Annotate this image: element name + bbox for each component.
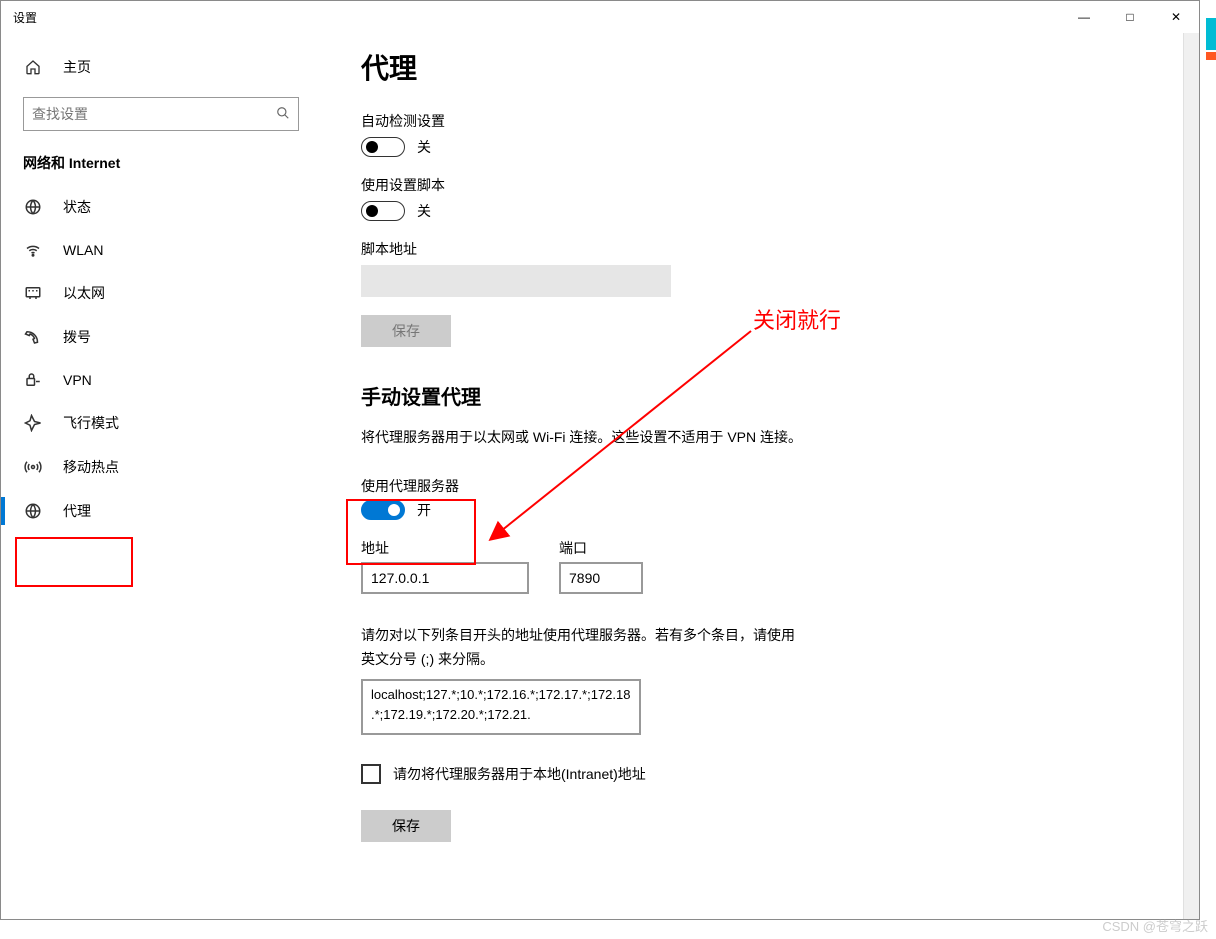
watermark: CSDN @苍穹之跃 bbox=[1102, 916, 1208, 935]
status-icon bbox=[23, 198, 43, 216]
sidebar-item-dialup[interactable]: 拨号 bbox=[1, 315, 321, 359]
save-button-2[interactable]: 保存 bbox=[361, 810, 451, 842]
sidebar-item-label: 移动热点 bbox=[63, 457, 119, 477]
sidebar-item-label: 拨号 bbox=[63, 327, 91, 347]
sidebar-item-proxy[interactable]: 代理 bbox=[1, 489, 321, 533]
use-proxy-state: 开 bbox=[417, 500, 431, 520]
sidebar-home[interactable]: 主页 bbox=[1, 51, 321, 83]
content-area: 代理 自动检测设置 关 使用设置脚本 关 脚本地址 保存 手动设置代理 将代理服… bbox=[321, 33, 1199, 919]
page-title: 代理 bbox=[361, 47, 1159, 87]
save-button-1: 保存 bbox=[361, 315, 451, 347]
scrollbar[interactable] bbox=[1183, 33, 1199, 919]
wifi-icon bbox=[23, 241, 43, 259]
use-proxy-label: 使用代理服务器 bbox=[361, 476, 1159, 496]
local-bypass-label: 请勿将代理服务器用于本地(Intranet)地址 bbox=[393, 764, 646, 784]
hotspot-icon bbox=[23, 458, 43, 476]
sidebar-item-hotspot[interactable]: 移动热点 bbox=[1, 445, 321, 489]
auto-detect-label: 自动检测设置 bbox=[361, 111, 1159, 131]
airplane-icon bbox=[23, 414, 43, 432]
manual-section-header: 手动设置代理 bbox=[361, 381, 1159, 410]
proxy-icon bbox=[23, 502, 43, 520]
ethernet-icon bbox=[23, 284, 43, 302]
sidebar-item-label: 状态 bbox=[63, 197, 91, 217]
address-label: 地址 bbox=[361, 538, 529, 558]
auto-detect-toggle[interactable] bbox=[361, 137, 405, 157]
exclusion-input[interactable] bbox=[361, 679, 641, 735]
use-script-state: 关 bbox=[417, 201, 431, 221]
minimize-button[interactable]: — bbox=[1061, 1, 1107, 33]
sidebar-item-label: VPN bbox=[63, 372, 92, 388]
use-script-label: 使用设置脚本 bbox=[361, 175, 1159, 195]
exclusion-description: 请勿对以下列条目开头的地址使用代理服务器。若有多个条目，请使用英文分号 (;) … bbox=[361, 624, 801, 672]
sidebar-section-header: 网络和 Internet bbox=[1, 153, 321, 185]
vpn-icon bbox=[23, 371, 43, 389]
sidebar-item-airplane[interactable]: 飞行模式 bbox=[1, 401, 321, 445]
auto-detect-state: 关 bbox=[417, 137, 431, 157]
local-bypass-checkbox[interactable] bbox=[361, 764, 381, 784]
maximize-button[interactable]: □ bbox=[1107, 1, 1153, 33]
close-button[interactable]: ✕ bbox=[1153, 1, 1199, 33]
sidebar-item-wlan[interactable]: WLAN bbox=[1, 229, 321, 271]
background-sliver bbox=[1202, 0, 1216, 939]
address-input[interactable] bbox=[361, 562, 529, 594]
search-icon bbox=[276, 106, 290, 123]
sidebar-item-label: 代理 bbox=[63, 501, 91, 521]
sidebar-item-status[interactable]: 状态 bbox=[1, 185, 321, 229]
home-icon bbox=[23, 59, 43, 75]
search-input[interactable] bbox=[32, 106, 276, 122]
port-label: 端口 bbox=[559, 538, 643, 558]
search-box[interactable] bbox=[23, 97, 299, 131]
manual-description: 将代理服务器用于以太网或 Wi-Fi 连接。这些设置不适用于 VPN 连接。 bbox=[361, 426, 821, 450]
use-proxy-toggle[interactable] bbox=[361, 500, 405, 520]
sidebar-item-label: 飞行模式 bbox=[63, 413, 119, 433]
script-address-input bbox=[361, 265, 671, 297]
script-address-label: 脚本地址 bbox=[361, 239, 1159, 259]
sidebar-item-label: WLAN bbox=[63, 242, 103, 258]
sidebar-home-label: 主页 bbox=[63, 57, 91, 77]
window-title: 设置 bbox=[1, 1, 1061, 33]
sidebar-item-label: 以太网 bbox=[63, 283, 105, 303]
dialup-icon bbox=[23, 328, 43, 346]
titlebar: 设置 — □ ✕ bbox=[1, 1, 1199, 33]
sidebar-item-vpn[interactable]: VPN bbox=[1, 359, 321, 401]
sidebar-item-ethernet[interactable]: 以太网 bbox=[1, 271, 321, 315]
port-input[interactable] bbox=[559, 562, 643, 594]
sidebar: 主页 网络和 Internet 状态 WLAN 以太网 bbox=[1, 33, 321, 919]
use-script-toggle[interactable] bbox=[361, 201, 405, 221]
